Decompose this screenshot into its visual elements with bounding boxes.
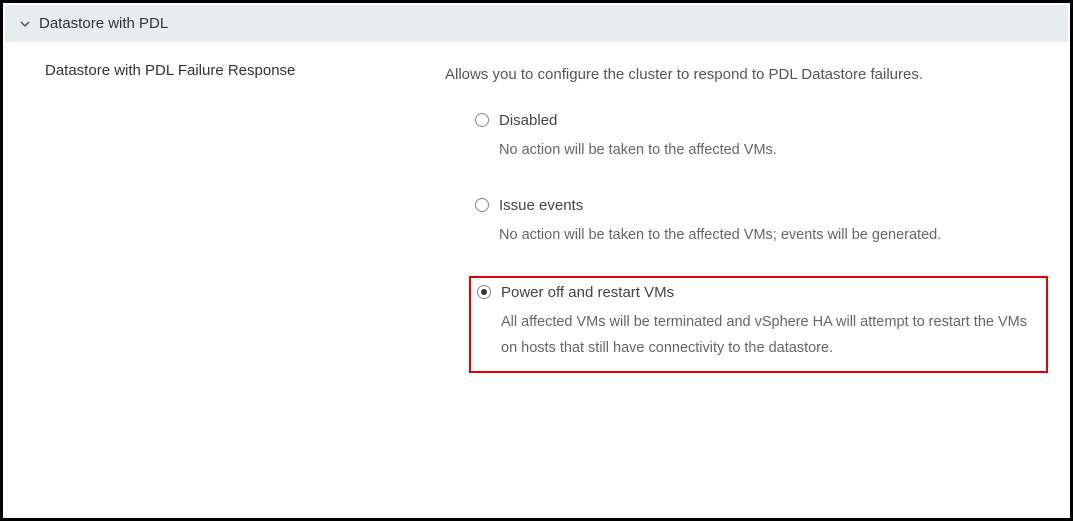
section-title: Datastore with PDL xyxy=(39,15,168,32)
option-description: No action will be taken to the affected … xyxy=(475,222,1038,248)
options-list: Disabled No action will be taken to the … xyxy=(445,106,1048,373)
option-head[interactable]: Disabled xyxy=(475,112,1038,129)
radio-disabled[interactable] xyxy=(475,113,489,127)
option-power-off-restart: Power off and restart VMs All affected V… xyxy=(469,276,1048,373)
setting-description: Allows you to configure the cluster to r… xyxy=(445,62,1048,88)
section-header[interactable]: Datastore with PDL xyxy=(5,5,1068,42)
option-label: Issue events xyxy=(499,197,583,214)
option-head[interactable]: Issue events xyxy=(475,197,1038,214)
chevron-down-icon xyxy=(19,18,31,30)
setting-label: Datastore with PDL Failure Response xyxy=(45,62,445,391)
radio-power-off-restart[interactable] xyxy=(477,285,491,299)
option-description: No action will be taken to the affected … xyxy=(475,137,1038,163)
option-label: Power off and restart VMs xyxy=(501,284,674,301)
setting-row: Datastore with PDL Failure Response Allo… xyxy=(5,42,1068,391)
setting-value: Allows you to configure the cluster to r… xyxy=(445,62,1068,391)
option-label: Disabled xyxy=(499,112,557,129)
option-disabled: Disabled No action will be taken to the … xyxy=(469,106,1048,173)
option-issue-events: Issue events No action will be taken to … xyxy=(469,191,1048,258)
option-description: All affected VMs will be terminated and … xyxy=(477,309,1036,361)
option-head[interactable]: Power off and restart VMs xyxy=(477,284,1036,301)
radio-issue-events[interactable] xyxy=(475,198,489,212)
